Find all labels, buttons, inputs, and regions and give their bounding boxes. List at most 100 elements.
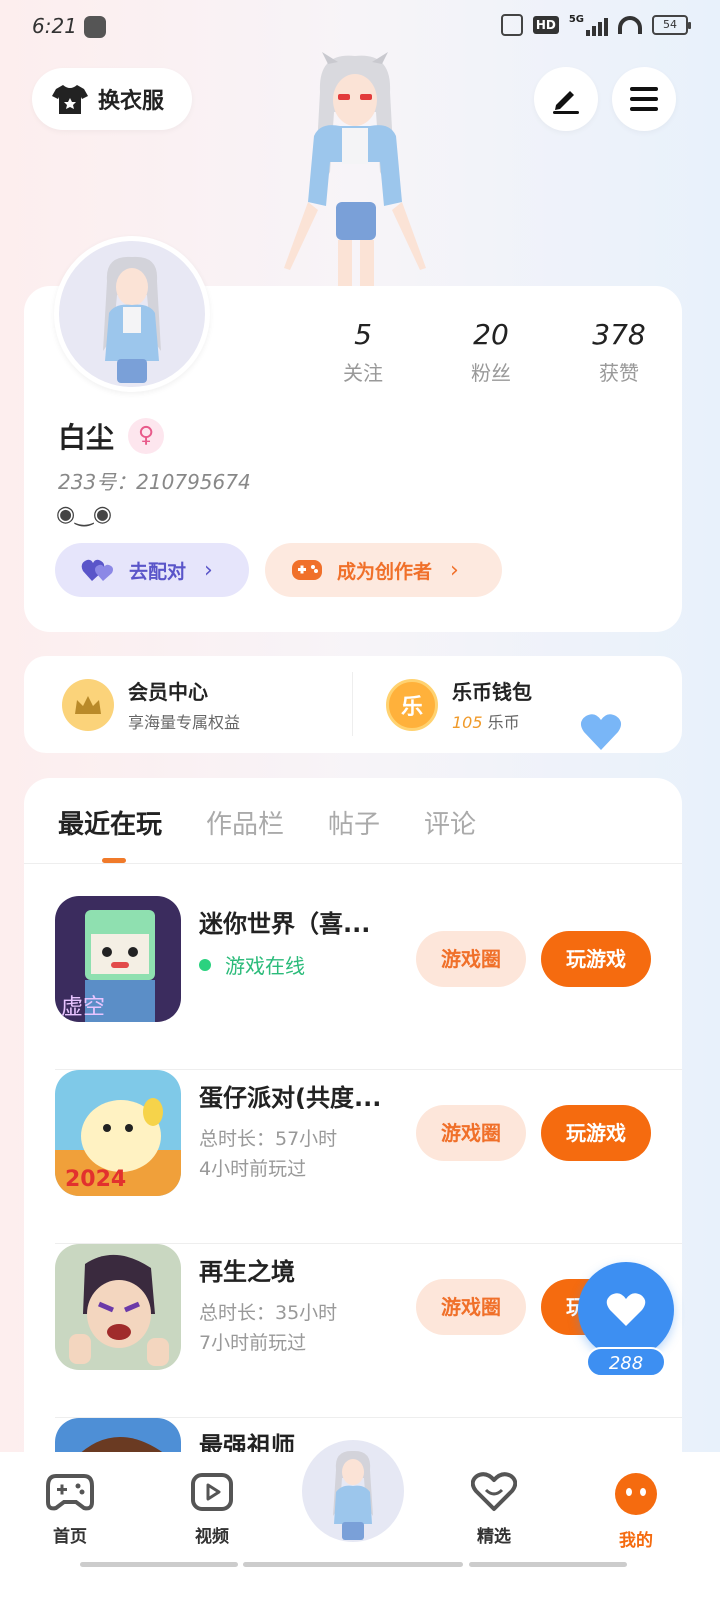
game-title: 蛋仔派对(共度... xyxy=(199,1084,382,1112)
game-icon-rebirth-realm[interactable] xyxy=(55,1244,181,1370)
username-row: 白尘 ♀ xyxy=(58,416,165,456)
profile-avatar[interactable] xyxy=(54,236,210,392)
female-gender-icon: ♀ xyxy=(128,418,165,454)
vibrate-icon xyxy=(500,14,523,36)
username: 白尘 xyxy=(58,421,115,454)
vip-center-subtitle: 享海量专属权益 xyxy=(128,713,241,732)
tab-works[interactable]: 作品栏 xyxy=(206,804,284,841)
video-play-icon xyxy=(191,1473,233,1511)
nav-item-mine[interactable]: 我的 xyxy=(596,1472,676,1551)
game-row[interactable]: 2024 蛋仔派对(共度... 总时长：57小时 4小时前玩过 游戏圈 玩游戏 xyxy=(55,1070,682,1244)
stat-following-value: 5 xyxy=(354,318,372,351)
nav-item-video[interactable]: 视频 xyxy=(172,1472,252,1547)
stat-likes[interactable]: 378 获赞 xyxy=(555,318,683,386)
user-bio: ◉‿◉ xyxy=(56,502,113,527)
floating-heart-icon xyxy=(580,714,622,750)
tab-posts[interactable]: 帖子 xyxy=(328,804,380,841)
menu-button[interactable] xyxy=(612,67,676,131)
stat-following[interactable]: 5 关注 xyxy=(299,318,427,386)
vip-center-title: 会员中心 xyxy=(128,680,208,704)
become-creator-label: 成为创作者 xyxy=(337,560,433,583)
battery-icon: 54 xyxy=(652,15,691,35)
face-icon xyxy=(615,1473,657,1515)
edit-profile-button[interactable] xyxy=(534,67,598,131)
gamepad-icon xyxy=(292,560,322,580)
crown-icon xyxy=(62,678,114,731)
shirt-icon xyxy=(52,83,88,115)
status-bar: 6:21 HD 5G 54 xyxy=(0,0,720,56)
nav-label: 视频 xyxy=(195,1527,229,1547)
game-last-played: 4小时前玩过 xyxy=(199,1158,307,1180)
games-card: 最近在玩 作品栏 帖子 评论 虚空 迷你世界（喜... 游戏在线 游戏圈 玩游戏 xyxy=(24,778,682,1458)
divider xyxy=(352,672,353,736)
coin-wallet-entry[interactable]: 乐 乐币钱包 105 乐币 xyxy=(386,676,532,733)
nav-label: 我的 xyxy=(619,1531,653,1551)
chevron-right-icon: › xyxy=(450,557,459,583)
game-total-time: 总时长：57小时 xyxy=(199,1128,338,1150)
stat-fans-value: 20 xyxy=(473,318,509,351)
stat-fans[interactable]: 20 粉丝 xyxy=(427,318,555,386)
stat-fans-label: 粉丝 xyxy=(471,361,511,385)
heart-icon xyxy=(606,1293,646,1326)
wifi-icon xyxy=(618,16,642,34)
game-icon-eggy-party[interactable]: 2024 xyxy=(55,1070,181,1196)
chevron-right-icon: › xyxy=(204,557,213,583)
game-title: 迷你世界（喜... xyxy=(199,910,371,938)
match-button[interactable]: 去配对 › xyxy=(55,543,249,597)
game-icon-mini-world[interactable]: 虚空 xyxy=(55,896,181,1022)
user-id: 233号：210795674 xyxy=(58,470,251,494)
svg-text:2024: 2024 xyxy=(65,1167,126,1192)
nav-item-featured[interactable]: 精选 xyxy=(454,1472,534,1547)
online-dot-icon xyxy=(199,958,211,971)
signal-icon: 5G xyxy=(569,14,608,36)
game-title: 再生之境 xyxy=(199,1258,295,1286)
game-online-status: 游戏在线 xyxy=(199,950,305,979)
play-game-button[interactable]: 玩游戏 xyxy=(541,1105,651,1161)
coin-wallet-title: 乐币钱包 xyxy=(452,680,532,704)
game-status-text: 游戏在线 xyxy=(225,954,305,978)
floating-like-button[interactable] xyxy=(578,1262,674,1358)
pencil-icon xyxy=(553,91,579,114)
heart-chat-icon xyxy=(470,1472,518,1511)
svg-text:虚空: 虚空 xyxy=(61,995,105,1020)
status-time: 6:21 xyxy=(32,14,77,38)
le-coin-icon: 乐 xyxy=(386,678,438,731)
stat-following-label: 关注 xyxy=(343,361,383,385)
content-tabs: 最近在玩 作品栏 帖子 评论 xyxy=(58,804,476,841)
game-circle-button[interactable]: 游戏圈 xyxy=(416,931,526,987)
nav-center-avatar[interactable] xyxy=(298,1436,408,1546)
game-row[interactable]: 虚空 迷你世界（喜... 游戏在线 游戏圈 玩游戏 xyxy=(55,896,682,1070)
match-label: 去配对 xyxy=(129,560,187,583)
change-clothes-button[interactable]: 换衣服 xyxy=(32,68,192,130)
notification-app-icon xyxy=(84,16,106,38)
game-circle-button[interactable]: 游戏圈 xyxy=(416,1105,526,1161)
nav-label: 首页 xyxy=(53,1527,87,1547)
hamburger-menu-icon xyxy=(630,87,658,111)
gesture-bar-segment xyxy=(243,1562,463,1567)
hd-icon: HD xyxy=(532,16,559,34)
gesture-bar-segment xyxy=(80,1562,238,1567)
play-game-button[interactable]: 玩游戏 xyxy=(541,931,651,987)
avatar-character-figure[interactable] xyxy=(280,52,430,288)
gamepad-icon xyxy=(46,1474,94,1511)
coin-unit: 乐币 xyxy=(487,713,520,732)
game-last-played: 7小时前玩过 xyxy=(199,1332,307,1354)
become-creator-button[interactable]: 成为创作者 › xyxy=(265,543,502,597)
game-total-time: 总时长：35小时 xyxy=(199,1302,338,1324)
stat-likes-value: 378 xyxy=(592,318,646,351)
status-icons: HD 5G 54 xyxy=(500,14,691,36)
nav-item-home[interactable]: 首页 xyxy=(30,1472,110,1547)
nav-label: 精选 xyxy=(477,1527,511,1547)
divider xyxy=(24,863,682,864)
tab-recently-played[interactable]: 最近在玩 xyxy=(58,804,162,841)
coin-wallet-balance: 105 乐币 xyxy=(452,709,532,733)
coin-amount: 105 xyxy=(452,713,483,732)
gesture-bar-segment xyxy=(469,1562,627,1567)
tab-comments[interactable]: 评论 xyxy=(424,804,476,841)
game-circle-button[interactable]: 游戏圈 xyxy=(416,1279,526,1335)
vip-center-entry[interactable]: 会员中心 享海量专属权益 xyxy=(62,676,240,733)
stat-likes-label: 获赞 xyxy=(599,361,639,385)
profile-stats: 5 关注 20 粉丝 378 获赞 xyxy=(299,318,683,386)
double-heart-icon xyxy=(81,559,113,581)
floating-like-count: 288 xyxy=(586,1347,666,1377)
